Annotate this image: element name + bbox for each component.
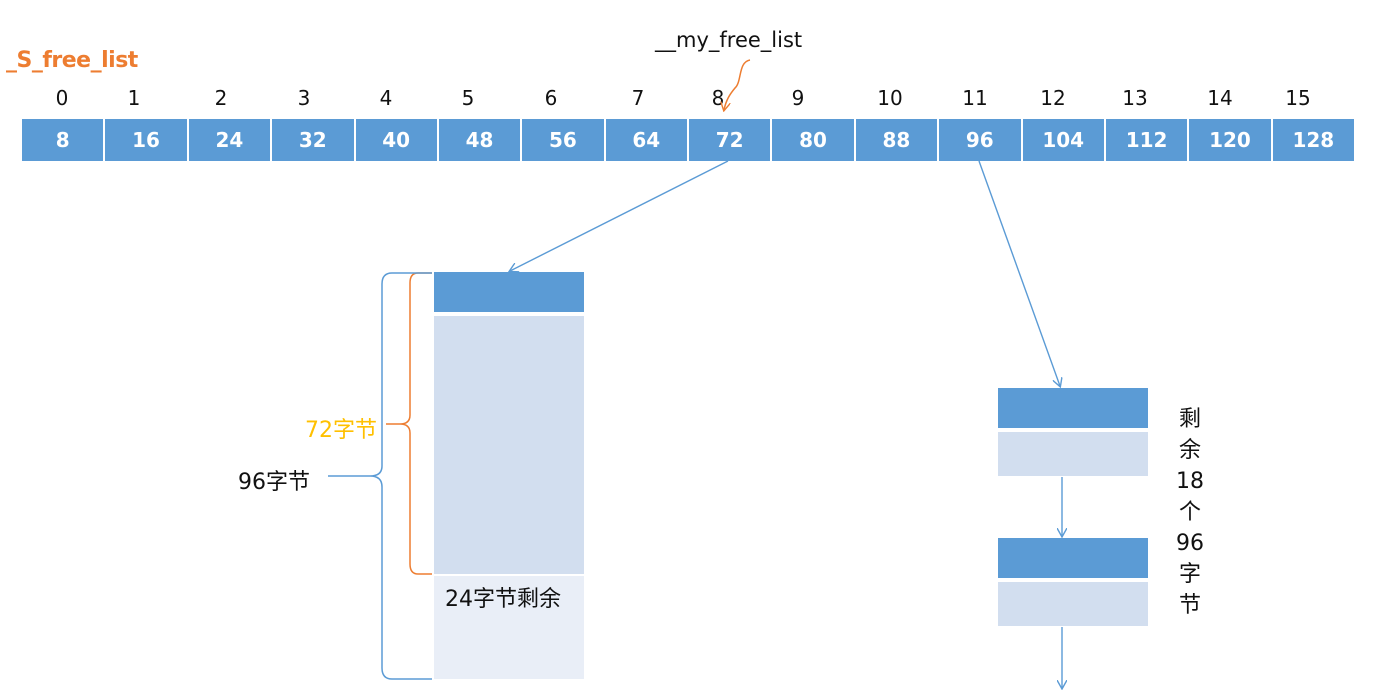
arrow-96-to-chain <box>978 160 1060 386</box>
connector-overlay <box>328 59 1375 694</box>
arrow-72-to-block <box>510 160 729 271</box>
pointer-arrow <box>724 59 751 110</box>
brace-96-bytes <box>328 272 432 680</box>
brace-72-bytes <box>386 272 432 575</box>
